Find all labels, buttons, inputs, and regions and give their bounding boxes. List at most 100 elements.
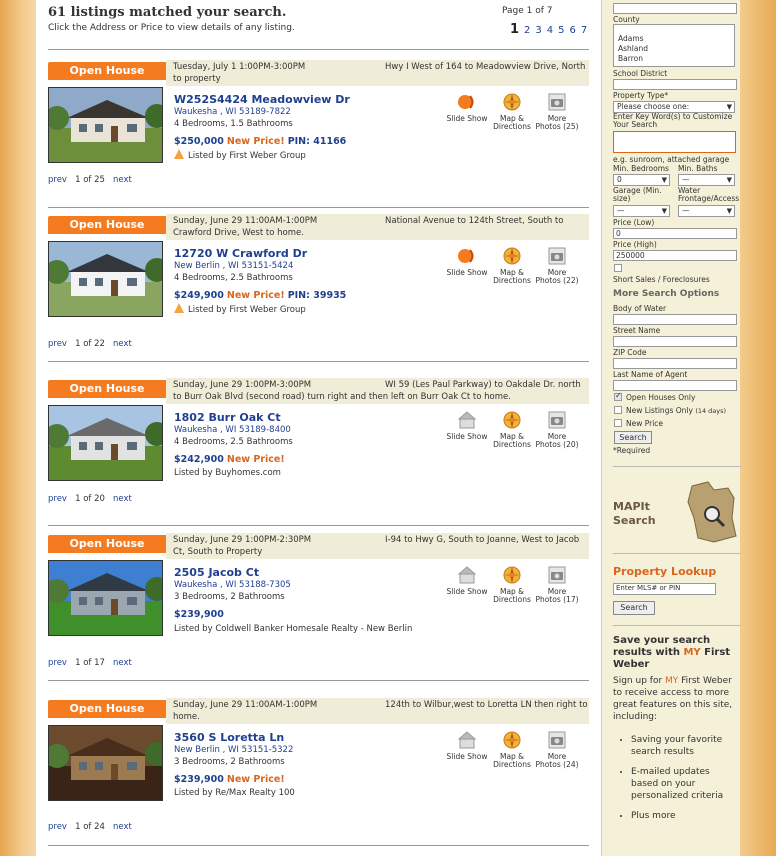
photo-counter: 1 of 20	[75, 494, 105, 504]
county-option[interactable]: Ashland	[618, 44, 734, 54]
next-link[interactable]: next	[113, 175, 132, 185]
more-photos-button[interactable]: More Photos (22)	[534, 246, 580, 285]
listing-price[interactable]: $239,900 New Price!	[174, 774, 288, 785]
listing-photo[interactable]	[48, 560, 163, 636]
slide-show-button[interactable]: Slide Show	[444, 730, 490, 761]
garage-select[interactable]: —	[613, 205, 670, 217]
pagination: 1234567	[510, 22, 592, 37]
divider	[48, 207, 589, 208]
page-link[interactable]: 2	[524, 25, 530, 36]
open-houses-checkbox[interactable]: ✓	[614, 391, 622, 401]
open-house-date: Sunday, June 29 11:00AM-1:00PM	[173, 700, 318, 710]
price-high-field[interactable]: 250000	[613, 250, 737, 261]
map-directions-button[interactable]: Map & Directions	[489, 410, 535, 449]
school-district-field[interactable]	[613, 79, 737, 90]
open-house-date: Sunday, June 29 1:00PM-2:30PM	[173, 535, 312, 545]
page-link[interactable]: 7	[581, 25, 587, 36]
prev-link[interactable]: prev	[48, 175, 67, 185]
mls-pin-field[interactable]: Enter MLS# or PIN	[613, 583, 716, 595]
listing-beds-baths: 4 Bedrooms, 2.5 Bathrooms	[174, 437, 293, 447]
listing-card: Open House Sunday, June 29 1:00PM-3:00PM…	[48, 378, 589, 530]
prev-link[interactable]: prev	[48, 822, 67, 832]
listing-price[interactable]: $250,000 New Price! PIN: 41166	[174, 136, 346, 147]
next-link[interactable]: next	[113, 822, 132, 832]
more-photos-button[interactable]: More Photos (24)	[534, 730, 580, 769]
new-price-flag: New Price!	[226, 290, 285, 301]
body-of-water-field[interactable]	[613, 314, 737, 325]
next-link[interactable]: next	[113, 339, 132, 349]
prev-link[interactable]: prev	[48, 658, 67, 668]
short-sales-checkbox[interactable]	[614, 264, 622, 272]
page-indicator: Page 1 of 7	[502, 6, 553, 16]
mapit-search-link[interactable]: MAPIt Search	[613, 500, 656, 528]
price-value[interactable]: $239,900	[174, 774, 224, 785]
more-photos-button[interactable]: More Photos (20)	[534, 410, 580, 449]
listing-address-link[interactable]: 2505 Jacob Ct	[174, 566, 259, 579]
min-bedrooms-label: Min. Bedrooms	[613, 164, 669, 173]
page-link[interactable]: 4	[547, 25, 553, 36]
slide-show-icon	[457, 410, 477, 430]
listing-agent: Listed by Buyhomes.com	[174, 468, 281, 478]
new-price-label: New Price	[626, 419, 664, 428]
new-price-flag: New Price!	[226, 454, 285, 465]
agent-field[interactable]	[613, 380, 737, 391]
next-link[interactable]: next	[113, 494, 132, 504]
listing-photo[interactable]	[48, 87, 163, 163]
listing-price[interactable]: $249,900 New Price! PIN: 39935	[174, 290, 346, 301]
slide-show-button[interactable]: Slide Show	[444, 565, 490, 596]
county-label: County	[613, 15, 640, 24]
camera-icon	[548, 731, 566, 749]
page-link[interactable]: 3	[535, 25, 541, 36]
listing-address-link[interactable]: 1802 Burr Oak Ct	[174, 411, 281, 424]
more-photos-button[interactable]: More Photos (25)	[534, 92, 580, 131]
listing-price[interactable]: $239,900	[174, 609, 230, 620]
slide-show-button[interactable]: Slide Show	[444, 92, 490, 123]
county-option[interactable]: Barron	[618, 54, 734, 64]
county-list[interactable]: Adams Ashland Barron	[613, 24, 735, 67]
page-link[interactable]: 5	[558, 25, 564, 36]
listing-photo[interactable]	[48, 725, 163, 801]
listing-photo[interactable]	[48, 405, 163, 481]
property-type-label: Property Type*	[613, 91, 669, 100]
wisconsin-map-icon[interactable]	[684, 478, 740, 546]
page-link[interactable]: 6	[570, 25, 576, 36]
search-button[interactable]: Search	[614, 431, 652, 444]
search-sidebar: County Adams Ashland Barron School Distr…	[601, 0, 741, 856]
listing-address-link[interactable]: 12720 W Crawford Dr	[174, 247, 307, 260]
prev-link[interactable]: prev	[48, 494, 67, 504]
lookup-search-button[interactable]: Search	[613, 601, 655, 615]
zip-field[interactable]	[613, 358, 737, 369]
map-directions-button[interactable]: Map & Directions	[489, 246, 535, 285]
next-link[interactable]: next	[113, 658, 132, 668]
new-price-checkbox[interactable]	[614, 419, 622, 427]
more-photos-button[interactable]: More Photos (17)	[534, 565, 580, 604]
listing-address-link[interactable]: W252S4424 Meadowview Dr	[174, 93, 350, 106]
water-frontage-select[interactable]: —	[678, 205, 735, 217]
signup-my-link[interactable]: MY	[665, 676, 678, 686]
city-field[interactable]	[613, 3, 737, 14]
listing-address-link[interactable]: 3560 S Loretta Ln	[174, 731, 284, 744]
street-name-field[interactable]	[613, 336, 737, 347]
prev-link[interactable]: prev	[48, 339, 67, 349]
benefit-item: E-mailed updates based on your personali…	[631, 766, 738, 802]
price-low-field[interactable]: 0	[613, 228, 737, 239]
listing-price[interactable]: $242,900 New Price!	[174, 454, 288, 465]
map-directions-button[interactable]: Map & Directions	[489, 565, 535, 604]
min-bedrooms-select[interactable]: 0	[613, 174, 670, 186]
slide-show-label: Slide Show	[446, 268, 488, 277]
slide-show-button[interactable]: Slide Show	[444, 246, 490, 277]
price-value[interactable]: $249,900	[174, 290, 224, 301]
keyword-textarea[interactable]	[613, 131, 736, 153]
price-value[interactable]: $239,900	[174, 609, 224, 620]
min-baths-select[interactable]: —	[678, 174, 735, 186]
new-listings-checkbox[interactable]	[614, 406, 622, 414]
map-directions-button[interactable]: Map & Directions	[489, 730, 535, 769]
price-value[interactable]: $242,900	[174, 454, 224, 465]
more-options-heading: More Search Options	[613, 289, 720, 299]
county-option[interactable]: Adams	[618, 34, 734, 44]
listing-photo[interactable]	[48, 241, 163, 317]
listing-agent: Listed by Coldwell Banker Homesale Realt…	[174, 624, 412, 634]
slide-show-button[interactable]: Slide Show	[444, 410, 490, 441]
price-value[interactable]: $250,000	[174, 136, 224, 147]
map-directions-button[interactable]: Map & Directions	[489, 92, 535, 131]
